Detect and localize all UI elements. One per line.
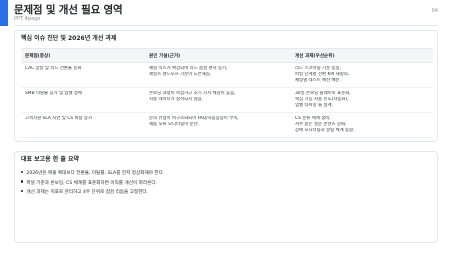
cell-symptom: CAC 상승 및 리드 전환율 둔화 <box>21 62 145 88</box>
column-header-task: 개선 과제(우선순위) <box>291 48 433 63</box>
cell-line: 채널별 테스트 예산 배분. <box>295 77 341 83</box>
bullet-icon <box>21 180 24 183</box>
issues-table: 문제점(증상) 원인 가설(근거) 개선 과제(우선순위) CAC 상승 및 리… <box>21 48 433 138</box>
cell-task: 30일 온보딩 플레이북 표준화, 핵심 기능 사용 유도(자동화), 업셀 타… <box>291 87 433 113</box>
cell-line: 사용 데이터가 정착되지 않음. <box>149 96 204 102</box>
summary-card-title: 대표 보고용 한 줄 요약 <box>21 156 80 163</box>
column-header-symptom: 문제점(증상) <box>21 48 145 63</box>
cell-cause: 온보딩 과정이 복잡하고 초기 가치 체감이 늦음, 사용 데이터가 정착되지 … <box>145 87 291 113</box>
table-row: SMB 이탈률 증가 및 업셀 정체 온보딩 과정이 복잡하고 초기 가치 체감… <box>21 87 433 113</box>
page-subtitle: PPT 4page <box>14 16 41 22</box>
cell-line: CAC 상승 및 리드 전환율 둔화 <box>25 66 82 71</box>
issues-card-title: 핵심 이슈 진단 및 2026년 개선 과제 <box>21 35 117 42</box>
cell-line: 장애 모니터링과 알림 체계 통합. <box>295 127 355 133</box>
list-item: 개선 과제는 지표로 관리하고 4주 단위로 점검 리듬을 고정한다. <box>21 188 164 198</box>
column-header-cause: 원인 가설(근거) <box>145 48 291 63</box>
page-number: 04 <box>431 8 438 14</box>
cell-task: CS 분류 체계 정비, 자주 묻는 질문 콘텐츠 강화, 장애 모니터링과 알… <box>291 112 433 138</box>
list-item: 퍼널 기준과 온보딩, CS 체계를 표준화하면 이익률 개선이 따라온다. <box>21 179 164 189</box>
summary-list: 2026년은 매출 확대보다 전환율, 이탈률, SLA를 먼저 정상화해야 한… <box>21 169 164 198</box>
cell-line: SMB 이탈률 증가 및 업셀 정체 <box>25 91 82 96</box>
header-divider <box>14 25 438 26</box>
summary-text: 퍼널 기준과 온보딩, CS 체계를 표준화하면 이익률 개선이 따라온다. <box>26 180 158 186</box>
table-row: CAC 상승 및 리드 전환율 둔화 채널 믹스가 확장되며 리드 품질 편차 … <box>21 62 433 88</box>
bullet-icon <box>21 189 24 193</box>
summary-card: 대표 보고용 한 줄 요약 2026년은 매출 확대보다 전환율, 이탈률, S… <box>14 151 438 243</box>
table-row: 고객지원 SLA 지연 및 CS 비용 증가 문의 유형이 비구조화되어 FAQ… <box>21 112 433 138</box>
summary-text: 2026년은 매출 확대보다 전환율, 이탈률, SLA를 먼저 정상화해야 한… <box>26 171 165 176</box>
bullet-icon <box>21 170 24 174</box>
cell-line: 세일즈 핸드오프 기준이 느슨해짐. <box>149 71 212 77</box>
cell-line: 제품 오류 모니터링이 분산. <box>149 121 200 127</box>
cell-line: 고객지원 SLA 지연 및 CS 비용 증가 <box>25 116 92 121</box>
cell-line: 업셀 타이밍 룰 설계. <box>295 102 333 108</box>
issues-card: 핵심 이슈 진단 및 2026년 개선 과제 문제점(증상) 원인 가설(근거)… <box>14 30 438 142</box>
table-header-row: 문제점(증상) 원인 가설(근거) 개선 과제(우선순위) <box>21 48 433 63</box>
cell-cause: 문의 유형이 비구조화되어 FAQ/자동응답이 부족, 제품 오류 모니터링이 … <box>145 112 291 138</box>
list-item: 2026년은 매출 확대보다 전환율, 이탈률, SLA를 먼저 정상화해야 한… <box>21 169 164 179</box>
cell-task: 리드 스코어링 기준 통일, 퍼널 단계별 전환 KPI 재정의, 채널별 테스… <box>291 62 433 88</box>
header-accent-bar <box>0 0 8 26</box>
summary-text: 개선 과제는 지표로 관리하고 4주 단위로 점검 리듬을 고정한다. <box>26 190 149 195</box>
cell-symptom: 고객지원 SLA 지연 및 CS 비용 증가 <box>21 112 145 138</box>
cell-cause: 채널 믹스가 확장되며 리드 품질 편차 증가, 세일즈 핸드오프 기준이 느슨… <box>145 62 291 88</box>
cell-symptom: SMB 이탈률 증가 및 업셀 정체 <box>21 87 145 113</box>
